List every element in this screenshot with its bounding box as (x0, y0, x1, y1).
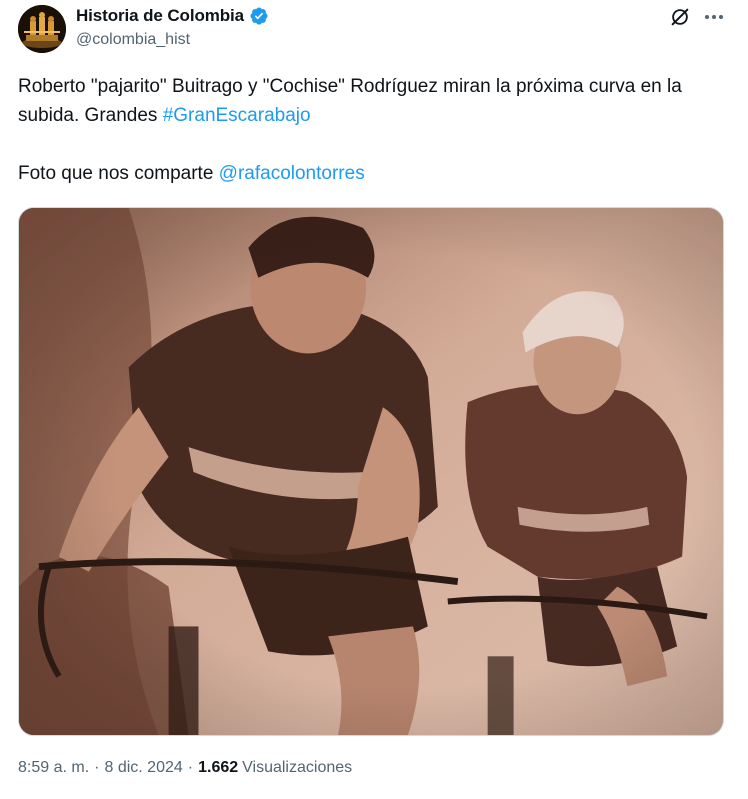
author-name-row[interactable]: Historia de Colombia (76, 5, 269, 27)
tweet-card: Historia de Colombia @colombia_hist Robe… (0, 0, 748, 799)
author-avatar[interactable] (18, 5, 66, 53)
grok-button[interactable] (667, 4, 693, 30)
author-display-name[interactable]: Historia de Colombia (76, 6, 244, 26)
cyclists-photo-illustration (19, 208, 723, 735)
author-handle[interactable]: @colombia_hist (76, 31, 190, 49)
views-count[interactable]: 1.662 (198, 759, 238, 777)
tweet-meta: 8:59 a. m. · 8 dic. 2024 · 1.662 Visuali… (18, 759, 352, 777)
meta-separator: · (94, 759, 100, 776)
grok-icon (671, 8, 689, 26)
tweet-paragraph-2: Foto que nos comparte @rafacolontorres (18, 159, 730, 188)
verified-badge-icon[interactable] (249, 6, 269, 26)
tweet-time[interactable]: 8:59 a. m. (18, 759, 89, 777)
tweet-photo[interactable] (18, 207, 724, 736)
gold-artifact-avatar-icon (18, 5, 66, 53)
tweet-text-part1: Roberto "pajarito" Buitrago y "Cochise" … (18, 76, 682, 126)
more-dots-icon (705, 15, 723, 19)
hashtag-link[interactable]: #GranEscarabajo (163, 105, 311, 126)
tweet-text: Roberto "pajarito" Buitrago y "Cochise" … (18, 72, 730, 188)
more-options-button[interactable] (700, 4, 728, 30)
views-label[interactable]: Visualizaciones (242, 759, 352, 777)
meta-separator-2: · (187, 759, 194, 776)
tweet-text-part2: Foto que nos comparte (18, 163, 219, 184)
tweet-paragraph-1: Roberto "pajarito" Buitrago y "Cochise" … (18, 72, 730, 130)
tweet-date[interactable]: 8 dic. 2024 (104, 759, 182, 777)
mention-link[interactable]: @rafacolontorres (219, 163, 365, 184)
